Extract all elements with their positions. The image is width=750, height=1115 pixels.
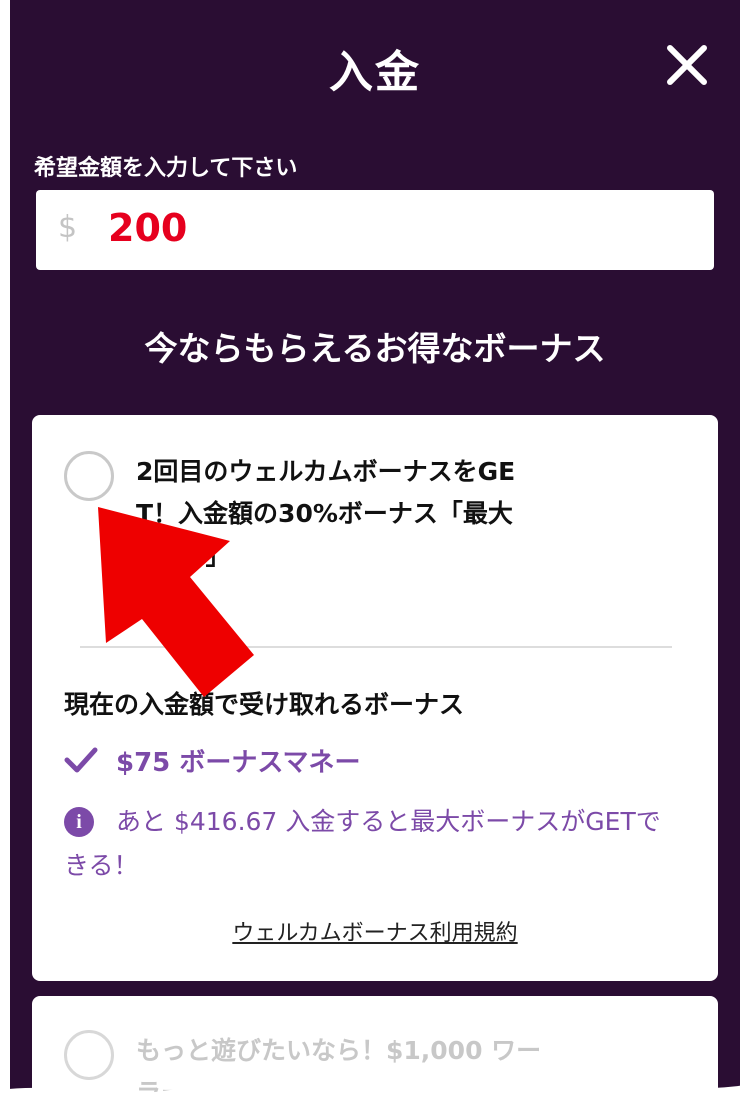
info-row: i あと $416.67 入金すると最大ボーナスがGETできる！ xyxy=(64,800,664,888)
modal-title: 入金 xyxy=(329,47,421,98)
bonus-title: 2回目のウェルカムボーナスをGET！入金額の30%ボーナス「最大$200」 xyxy=(136,457,516,570)
torn-edge xyxy=(0,1084,750,1115)
info-icon: i xyxy=(64,807,94,837)
bonus-money-row: $75 ボーナスマネー xyxy=(64,740,361,780)
bonus-money: $75 ボーナスマネー xyxy=(116,747,361,778)
currency-symbol: $ xyxy=(58,210,78,245)
bonus-card-welcome: 2回目のウェルカムボーナスをGET！入金額の30%ボーナス「最大$200」 現在… xyxy=(32,415,718,981)
close-icon[interactable] xyxy=(664,42,710,88)
amount-label: 希望金額を入力して下さい xyxy=(34,156,298,181)
modal-header: 入金 xyxy=(10,0,740,130)
bonus-heading: 今ならもらえるお得なボーナス xyxy=(144,329,606,368)
checkmark-icon xyxy=(64,747,98,773)
bonus-radio-welcome[interactable] xyxy=(64,451,114,501)
amount-input[interactable]: $ 200 xyxy=(36,190,714,270)
amount-value: 200 xyxy=(108,206,188,250)
divider xyxy=(80,646,672,648)
deposit-modal: 入金 希望金額を入力して下さい $ 200 今ならもらえるお得なボーナス 2回目… xyxy=(10,0,740,1115)
receive-label: 現在の入金額で受け取れるボーナス xyxy=(64,690,465,719)
info-text: あと $416.67 入金すると最大ボーナスがGETできる！ xyxy=(64,807,661,880)
terms-link[interactable]: ウェルカムボーナス利用規約 xyxy=(32,915,718,947)
